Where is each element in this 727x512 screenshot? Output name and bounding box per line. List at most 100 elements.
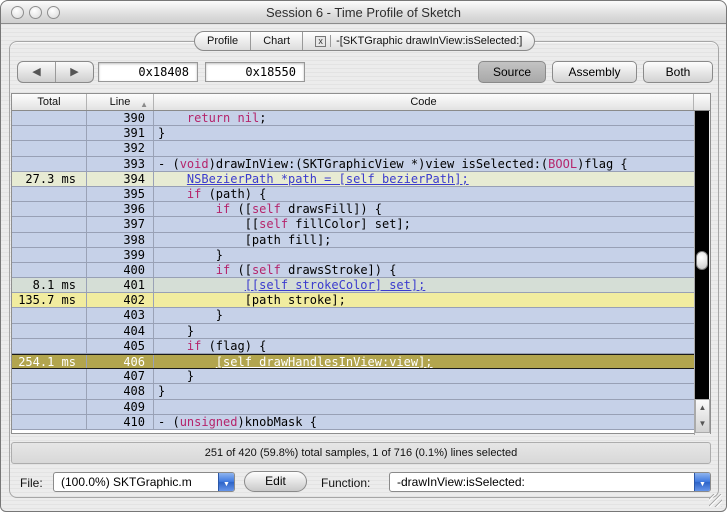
code-cell: }	[154, 384, 678, 398]
total-time-cell: 254.1 ms	[12, 355, 87, 369]
back-button[interactable]: ◀	[18, 62, 56, 82]
total-time-cell	[12, 399, 87, 414]
scroll-down-icon[interactable]: ▼	[696, 416, 709, 432]
vertical-scrollbar: ▲ ▼	[694, 111, 710, 435]
edit-button[interactable]: Edit	[244, 471, 307, 492]
code-cell: - (void)drawInView:(SKTGraphicView *)vie…	[154, 157, 678, 171]
line-number-cell: 397	[87, 217, 154, 232]
table-row[interactable]: 397 [[self fillColor] set];	[12, 217, 710, 233]
tab-profile[interactable]: Profile	[195, 32, 250, 50]
address-end-field[interactable]: 0x18550	[205, 62, 305, 82]
table-row[interactable]: 408}	[12, 384, 710, 400]
table-row[interactable]: 27.3 ms 394 NSBezierPath *path = [self be…	[12, 171, 710, 187]
column-header-code[interactable]: Code	[154, 94, 694, 110]
column-header-line[interactable]: Line ▲	[87, 94, 154, 110]
code-link[interactable]: [self drawHandlesInView:view];	[216, 355, 433, 368]
code-text: ([	[230, 202, 252, 217]
line-number-cell: 401	[87, 278, 154, 293]
scrollbar-thumb[interactable]	[696, 251, 708, 270]
table-row[interactable]: 393- (void)drawInView:(SKTGraphicView *)…	[12, 156, 710, 172]
table-row[interactable]: 399 }	[12, 247, 710, 263]
scrollbar-track[interactable]	[695, 111, 709, 399]
history-nav-control: ◀ ▶	[17, 61, 94, 83]
table-row[interactable]: 403 }	[12, 308, 710, 324]
code-text: }	[158, 247, 224, 262]
table-row[interactable]: 392	[12, 141, 710, 157]
code-text: }	[158, 384, 166, 399]
total-time-cell	[12, 111, 87, 126]
code-text: (path) {	[201, 186, 267, 201]
close-tab-icon[interactable]: x	[315, 35, 327, 47]
code-cell: }	[154, 308, 678, 322]
table-row[interactable]: 254.1 ms 406 [self drawHandlesInView:view…	[12, 354, 710, 370]
title-bar: Session 6 - Time Profile of Sketch	[1, 1, 726, 24]
code-cell: [[self strokeColor] set];	[154, 278, 678, 292]
table-row[interactable]: 404 }	[12, 323, 710, 339]
code-table-body: 390 return nil; 391} 392 393- (void)drawInV…	[12, 111, 710, 433]
line-number-cell: 407	[87, 369, 154, 384]
code-link[interactable]: NSBezierPath *path = [self bezierPath];	[187, 172, 469, 186]
code-link[interactable]: [[self strokeColor] set];	[245, 278, 426, 292]
table-row[interactable]: 396 if ([self drawsFill]) {	[12, 202, 710, 218]
column-header-total[interactable]: Total	[12, 94, 87, 110]
code-cell: [[self fillColor] set];	[154, 217, 678, 231]
line-number-cell: 403	[87, 308, 154, 323]
table-row[interactable]: 407 }	[12, 369, 710, 385]
line-number-cell: 408	[87, 384, 154, 399]
code-text: self	[251, 262, 281, 277]
back-icon: ◀	[32, 66, 41, 78]
table-row[interactable]: 409	[12, 399, 710, 415]
code-text: self	[251, 202, 281, 217]
code-text: void	[179, 156, 209, 171]
line-number-cell: 398	[87, 232, 154, 247]
table-row[interactable]: 390 return nil;	[12, 111, 710, 127]
source-view-button[interactable]: Source	[478, 61, 546, 83]
file-popup[interactable]: (100.0%) SKTGraphic.m ▼	[53, 472, 235, 492]
code-cell: [path fill];	[154, 233, 678, 247]
function-popup[interactable]: -drawInView:isSelected: ▼	[389, 472, 711, 492]
line-number-cell: 410	[87, 414, 154, 429]
file-popup-button[interactable]: ▼	[218, 473, 234, 491]
table-row[interactable]: 391}	[12, 126, 710, 142]
table-row[interactable]: 400 if ([self drawsStroke]) {	[12, 262, 710, 279]
code-text: }	[158, 323, 195, 338]
total-time-cell	[12, 186, 87, 202]
line-number-cell: 402	[87, 293, 154, 308]
line-number-cell: 393	[87, 156, 154, 171]
function-popup-button[interactable]: ▼	[694, 473, 710, 491]
table-row[interactable]: 398 [path fill];	[12, 232, 710, 248]
assembly-view-button[interactable]: Assembly	[552, 61, 637, 83]
tab-chart[interactable]: Chart	[250, 32, 302, 50]
total-time-cell	[12, 414, 87, 429]
total-time-cell	[12, 323, 87, 338]
table-row[interactable]: 8.1 ms 401 [[self strokeColor] set];	[12, 278, 710, 294]
total-time-cell	[12, 369, 87, 384]
tab-source-view-label: -[SKTGraphic drawInView:isSelected:]	[336, 35, 523, 47]
table-row[interactable]: 135.7 ms 402 [path stroke];	[12, 293, 710, 309]
code-cell: if (path) {	[154, 187, 678, 201]
address-start-field[interactable]: 0x18408	[98, 62, 198, 82]
code-text: fillColor] set];	[288, 217, 411, 232]
code-text: if	[215, 262, 231, 277]
code-cell: }	[154, 324, 678, 338]
code-text: (flag) {	[201, 338, 267, 353]
tab-source-view[interactable]: x -[SKTGraphic drawInView:isSelected:]	[302, 32, 534, 50]
scroll-up-icon[interactable]: ▲	[696, 400, 709, 416]
resize-grip[interactable]	[709, 494, 722, 507]
code-text: BOOL	[548, 156, 578, 171]
total-time-cell	[12, 384, 87, 399]
table-row[interactable]: 405 if (flag) {	[12, 338, 710, 354]
forward-button[interactable]: ▶	[56, 62, 93, 82]
table-row[interactable]: 410- (unsigned)knobMask {	[12, 414, 710, 430]
code-text: )flag {	[577, 156, 628, 171]
code-text: - (	[158, 414, 180, 429]
code-text: if	[186, 186, 202, 201]
table-row[interactable]: 395 if (path) {	[12, 186, 710, 203]
both-view-button[interactable]: Both	[643, 61, 713, 83]
